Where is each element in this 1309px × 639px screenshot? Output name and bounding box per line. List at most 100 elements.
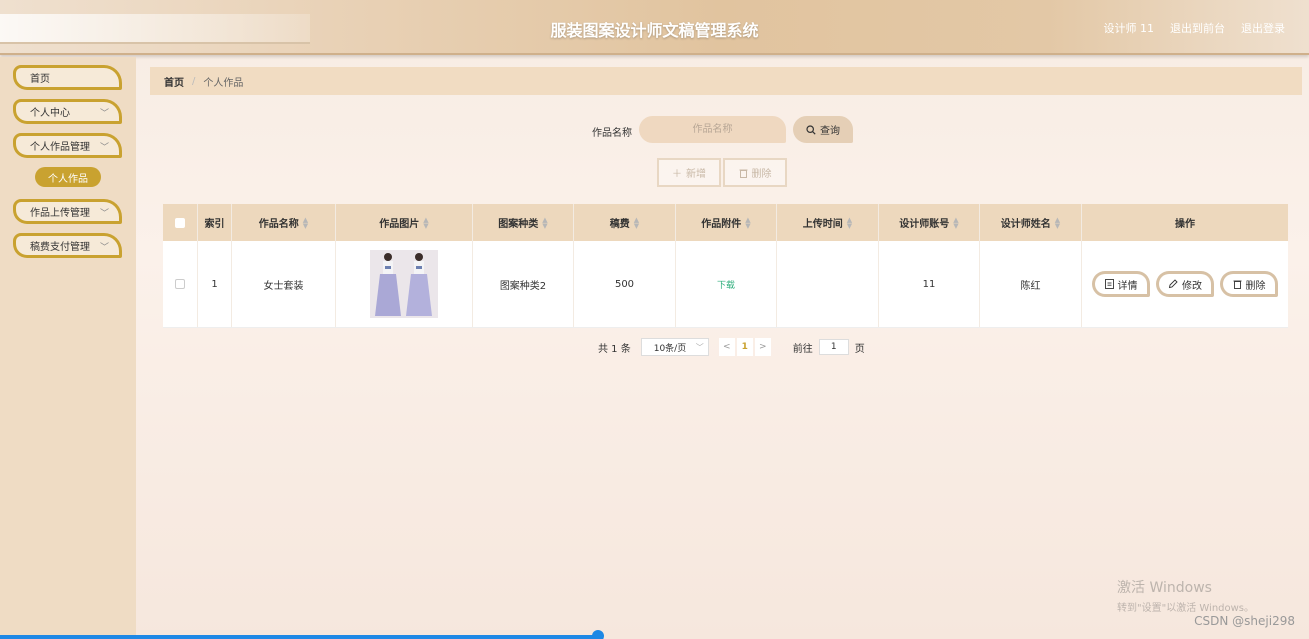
chevron-down-icon: ﹀ [695, 342, 704, 352]
breadcrumb-current: 个人作品 [203, 77, 244, 89]
search-button-label: 查询 [820, 126, 840, 137]
search-icon [806, 124, 816, 135]
work-thumbnail[interactable] [370, 250, 438, 318]
column-header-actions: 操作 [1082, 204, 1288, 241]
column-header-index: 索引 [198, 204, 232, 241]
table-header: 索引 作品名称 ▲ ▼ 作品图片 ▲ ▼ 图案种类 ▲ ▼ 稿费 ▲ ▼ 作品附件 ▲ ▼ 上传时间… [163, 204, 1288, 241]
column-header-account[interactable]: 设计师账号 ▲ ▼ [879, 204, 980, 241]
cell-image [336, 241, 473, 327]
sort-icon[interactable]: ▲ ▼ [542, 216, 547, 229]
chevron-down-icon: ﹀ [99, 243, 109, 253]
sort-icon[interactable]: ▲ ▼ [303, 216, 308, 229]
column-label: 作品名称 [258, 219, 299, 230]
column-label: 作品附件 [701, 219, 742, 230]
column-label: 上传时间 [802, 219, 843, 230]
column-label: 设计师账号 [899, 219, 950, 230]
detail-button[interactable]: 详情 [1092, 271, 1150, 297]
breadcrumb: 首页 / 个人作品 [150, 67, 1302, 95]
column-label: 设计师姓名 [1000, 219, 1051, 230]
sort-icon[interactable]: ▲ ▼ [1055, 216, 1060, 229]
page-size-select[interactable]: 10条/页 ﹀ [640, 338, 709, 356]
column-header-fee[interactable]: 稿费 ▲ ▼ [574, 204, 676, 241]
column-header-attachment[interactable]: 作品附件 ▲ ▼ [676, 204, 777, 241]
sort-icon[interactable]: ▲ ▼ [745, 216, 750, 229]
column-label: 索引 [204, 219, 225, 230]
sort-icon[interactable]: ▲ ▼ [423, 216, 428, 229]
goto-suffix: 页 [854, 343, 865, 355]
sidebar-item-upload-management[interactable]: 作品上传管理 ﹀ [13, 199, 122, 224]
download-link[interactable]: 下载 [717, 278, 735, 291]
add-button[interactable]: ＋ 新增 [657, 158, 721, 187]
goto-page-input[interactable]: 1 [818, 339, 849, 355]
goto-prefix: 前往 [792, 343, 813, 355]
batch-delete-button[interactable]: 删除 [723, 158, 787, 187]
column-header-upload-time[interactable]: 上传时间 ▲ ▼ [777, 204, 879, 241]
sidebar-item-fee-payment[interactable]: 稿费支付管理 ﹀ [13, 233, 122, 258]
chevron-down-icon: ﹀ [99, 109, 109, 119]
back-to-front-link[interactable]: 退出到前台 [1170, 20, 1225, 36]
breadcrumb-separator: / [192, 75, 196, 87]
column-label: 图案种类 [498, 219, 539, 230]
pencil-icon [1168, 279, 1178, 289]
sort-icon[interactable]: ▲ ▼ [634, 216, 639, 229]
plus-icon: ＋ [672, 169, 682, 180]
logout-link[interactable]: 退出登录 [1241, 20, 1285, 36]
cell-actions: 详情 修改 删除 [1082, 241, 1288, 327]
watermark-line-2: 转到"设置"以激活 Windows。 [1117, 603, 1255, 614]
sidebar-subitem-personal-works[interactable]: 个人作品 [35, 167, 101, 187]
pagination-total: 共 1 条 [598, 343, 631, 355]
column-header-category[interactable]: 图案种类 ▲ ▼ [473, 204, 574, 241]
chevron-down-icon: ﹀ [99, 209, 109, 219]
table-row: 1 女士套装 图案种类2 500 下载 11 陈红 详情 修改 删除 [163, 241, 1288, 328]
next-page-icon[interactable]: > [754, 338, 771, 356]
column-header-designer[interactable]: 设计师姓名 ▲ ▼ [980, 204, 1082, 241]
csdn-credit: CSDN @sheji298 [1194, 614, 1295, 628]
page-nav: < 1 > [718, 338, 771, 356]
cell-index: 1 [198, 241, 232, 327]
outfit-image [370, 250, 438, 318]
trash-icon [739, 169, 747, 178]
delete-button-label: 删除 [751, 169, 772, 180]
page-size-value: 10条/页 [653, 343, 687, 354]
sort-icon[interactable]: ▲ ▼ [847, 216, 852, 229]
user-label: 设计师 11 [1103, 22, 1155, 35]
add-button-label: 新增 [686, 169, 706, 180]
prev-page-icon[interactable]: < [718, 338, 735, 356]
top-header: 服装图案设计师文稿管理系统 设计师 11 退出到前台 退出登录 [0, 0, 1309, 55]
row-select-cell [163, 241, 198, 327]
row-checkbox[interactable] [175, 279, 185, 289]
sidebar-item-home[interactable]: 首页 [13, 65, 122, 90]
search-button[interactable]: 查询 [793, 116, 853, 143]
select-all-checkbox[interactable] [175, 217, 185, 228]
page-number[interactable]: 1 [736, 338, 753, 356]
select-all-cell [163, 204, 198, 241]
cell-category: 图案种类2 [473, 241, 574, 327]
sidebar-item-label: 个人中心 [30, 108, 70, 119]
sort-icon[interactable]: ▲ ▼ [953, 216, 958, 229]
sidebar-item-personal-center[interactable]: 个人中心 ﹀ [13, 99, 122, 124]
progress-handle[interactable] [592, 630, 604, 639]
trash-icon [1233, 280, 1241, 289]
column-label: 作品图片 [379, 219, 420, 230]
row-delete-button-label: 删除 [1245, 280, 1266, 292]
cell-name: 女士套装 [232, 241, 336, 327]
cell-attachment: 下载 [676, 241, 777, 327]
sidebar-item-label: 作品上传管理 [30, 208, 90, 219]
cell-upload-time [777, 241, 879, 327]
column-header-name[interactable]: 作品名称 ▲ ▼ [232, 204, 336, 241]
column-header-image[interactable]: 作品图片 ▲ ▼ [336, 204, 473, 241]
search-input[interactable] [639, 116, 786, 143]
edit-button-label: 修改 [1182, 280, 1202, 292]
sidebar-item-works-management[interactable]: 个人作品管理 ﹀ [13, 133, 122, 158]
video-progress-bar[interactable] [0, 635, 600, 639]
works-table: 索引 作品名称 ▲ ▼ 作品图片 ▲ ▼ 图案种类 ▲ ▼ 稿费 ▲ ▼ 作品附件 ▲ ▼ 上传时间… [163, 204, 1288, 328]
chevron-down-icon: ﹀ [99, 143, 109, 153]
breadcrumb-home[interactable]: 首页 [164, 74, 184, 89]
cell-account: 11 [879, 241, 980, 327]
search-label: 作品名称 [592, 128, 632, 139]
sidebar-item-label: 个人作品管理 [30, 142, 90, 153]
row-delete-button[interactable]: 删除 [1220, 271, 1278, 297]
edit-button[interactable]: 修改 [1156, 271, 1214, 297]
column-label: 操作 [1175, 219, 1195, 230]
detail-button-label: 详情 [1117, 280, 1138, 292]
